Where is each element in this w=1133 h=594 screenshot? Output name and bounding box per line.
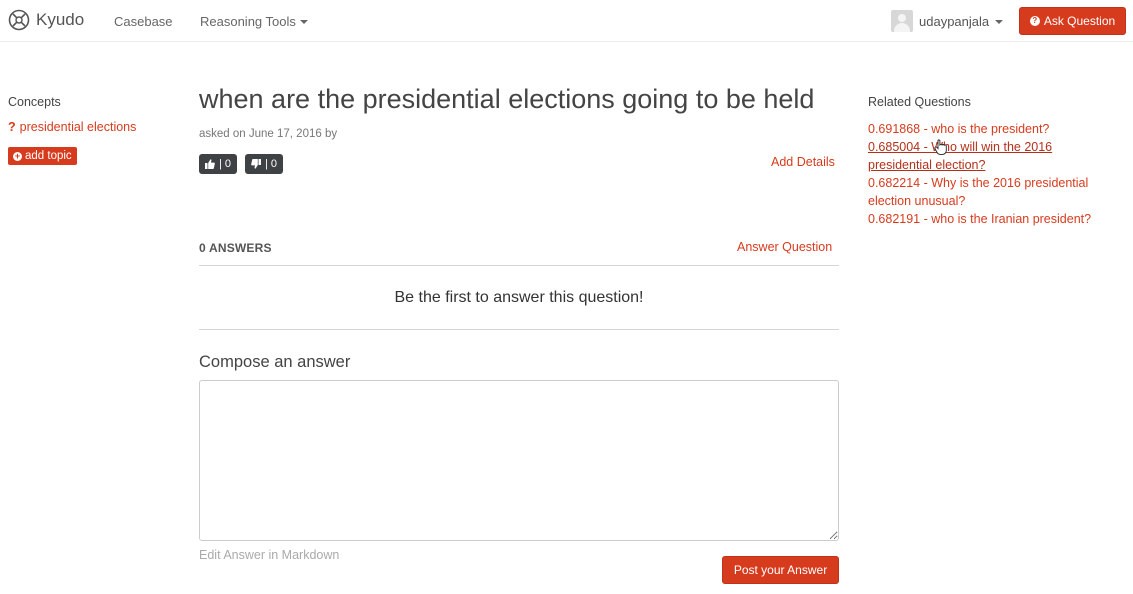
concept-link[interactable]: ? presidential elections xyxy=(8,120,136,134)
thumbs-up-icon xyxy=(205,159,215,169)
downvote-button[interactable]: | 0 xyxy=(245,154,284,174)
divider xyxy=(199,265,839,266)
plus-circle-icon: + xyxy=(13,150,22,161)
answer-question-link[interactable]: Answer Question xyxy=(737,240,832,254)
add-details-link[interactable]: Add Details xyxy=(771,155,835,169)
nav-casebase[interactable]: Casebase xyxy=(114,14,173,29)
add-topic-label: add topic xyxy=(25,150,72,162)
compose-heading: Compose an answer xyxy=(199,353,351,371)
post-answer-button[interactable]: Post your Answer xyxy=(722,556,839,584)
user-menu-dropdown[interactable]: udaypanjala xyxy=(891,10,1004,32)
nav-reasoning-tools-label: Reasoning Tools xyxy=(200,14,296,29)
avatar xyxy=(891,10,913,32)
ask-question-button[interactable]: ? Ask Question xyxy=(1019,7,1126,35)
concepts-heading: Concepts xyxy=(8,95,61,109)
brand-name: Kyudo xyxy=(36,10,85,29)
question-circle-icon: ? xyxy=(1029,16,1040,26)
asked-meta: asked on June 17, 2016 by xyxy=(199,128,338,140)
upvote-button[interactable]: | 0 xyxy=(199,154,238,174)
ask-question-label: Ask Question xyxy=(1043,14,1116,28)
add-topic-button[interactable]: + add topic xyxy=(8,147,77,165)
empty-answers-message: Be the first to answer this question! xyxy=(394,289,644,306)
thumbs-down-icon xyxy=(251,159,261,169)
caret-down-icon xyxy=(995,19,1004,24)
caret-down-icon xyxy=(299,20,308,24)
related-questions-heading: Related Questions xyxy=(868,95,971,109)
username-label: udaypanjala xyxy=(919,13,990,29)
edit-markdown-link[interactable]: Edit Answer in Markdown xyxy=(199,548,339,562)
divider xyxy=(199,329,839,330)
related-question-link[interactable]: 0.682191 - who is the Iranian president? xyxy=(868,210,1118,228)
related-question-link[interactable]: 0.691868 - who is the president? xyxy=(868,120,1118,138)
upvote-count: | 0 xyxy=(219,158,232,170)
question-mark-icon: ? xyxy=(8,120,16,134)
downvote-count: | 0 xyxy=(265,158,278,170)
answers-count: 0 ANSWERS xyxy=(199,241,272,255)
nav-reasoning-tools-dropdown[interactable]: Reasoning Tools xyxy=(200,14,308,29)
related-question-link[interactable]: 0.682214 - Why is the 2016 presidential … xyxy=(868,174,1118,210)
hand-cursor-icon xyxy=(934,139,947,155)
related-question-link[interactable]: 0.685004 - Who will win the 2016 preside… xyxy=(868,138,1118,174)
related-questions-list: 0.691868 - who is the president? 0.68500… xyxy=(868,120,1118,228)
top-navbar: Kyudo Casebase Reasoning Tools udaypanja… xyxy=(0,0,1133,42)
kyudo-logo-icon xyxy=(8,9,30,31)
brand-link[interactable]: Kyudo xyxy=(8,9,84,31)
answer-textarea[interactable] xyxy=(199,380,839,541)
question-title: when are the presidential elections goin… xyxy=(199,84,815,114)
concept-label: presidential elections xyxy=(19,120,137,134)
